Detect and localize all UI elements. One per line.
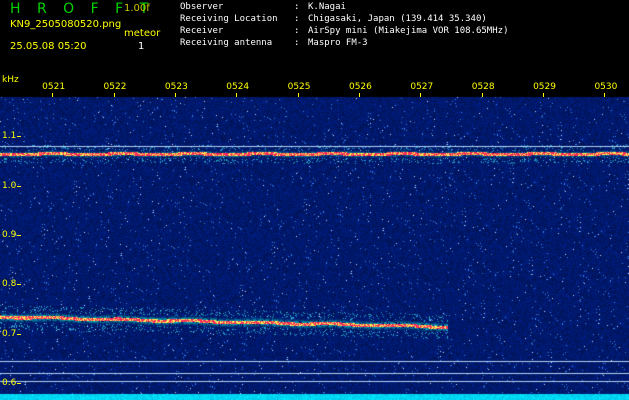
info-value: Maspro FM-3 (308, 38, 368, 48)
info-row-location: Receiving Location: Chigasaki, Japan (139… (180, 14, 487, 25)
x-tick-label: 0522 (103, 82, 127, 92)
x-tick-label: 0530 (594, 82, 618, 92)
info-value: K.Nagai (308, 2, 346, 12)
meteor-label: meteor (124, 28, 161, 39)
file-name: KN9_2505080520.png (10, 19, 122, 30)
x-tick-label: 0529 (533, 82, 556, 92)
info-row-receiver: Receiver: AirSpy mini (Miakejima VOR 108.… (180, 26, 508, 37)
x-tick-label: 0523 (164, 82, 188, 92)
x-tick-mark (298, 93, 299, 97)
y-tick-mark (17, 235, 21, 236)
info-separator: : (294, 38, 300, 48)
y-tick-mark (17, 136, 21, 137)
y-axis-unit: kHz (2, 75, 19, 85)
y-tick-mark (17, 334, 21, 335)
x-tick-label: 0521 (42, 82, 66, 92)
x-tick-label: 0524 (226, 82, 250, 92)
x-tick-mark (114, 93, 115, 97)
x-tick-mark (482, 93, 483, 97)
info-row-observer: Observer: K.Nagai (180, 2, 346, 13)
timestamp: 25.05.08 05:20 (10, 41, 87, 52)
y-tick-mark (17, 383, 21, 384)
x-tick-mark (175, 93, 176, 97)
info-row-antenna: Receiving antenna: Maspro FM-3 (180, 38, 368, 49)
x-tick-mark (604, 93, 605, 97)
info-label: Receiver (180, 26, 224, 36)
y-tick-label: 0.6 (2, 378, 17, 389)
x-tick-label: 0528 (471, 82, 495, 92)
y-tick-mark (17, 186, 21, 187)
spectrogram-panel: kHz 1.1 1.0 0.9 0.8 0.7 0.6 0521 0522 0523 0524 05… (0, 75, 629, 400)
y-tick-label: 1.0 (2, 180, 17, 191)
info-label: Observer (180, 2, 224, 12)
info-label: Receiving Location (180, 14, 278, 24)
x-tick-mark (420, 93, 421, 97)
header-panel: H R O F F T 1.00f KN9_2505080520.png met… (0, 0, 629, 75)
axis-overlay: kHz 1.1 1.0 0.9 0.8 0.7 0.6 0521 0522 0523 0524 05… (0, 75, 629, 400)
info-value: Chigasaki, Japan (139.414 35.340) (308, 14, 487, 24)
x-tick-mark (52, 93, 53, 97)
info-separator: : (294, 14, 300, 24)
app-version: 1.00f (124, 3, 150, 14)
y-tick-label: 0.8 (2, 279, 17, 290)
x-tick-mark (543, 93, 544, 97)
x-tick-mark (236, 93, 237, 97)
y-tick-label: 1.1 (2, 131, 17, 142)
info-label: Receiving antenna (180, 38, 273, 48)
x-tick-label: 0525 (287, 82, 311, 92)
info-separator: : (294, 26, 300, 36)
y-tick-label: 0.9 (2, 230, 17, 241)
x-tick-label: 0526 (348, 82, 372, 92)
y-tick-mark (17, 284, 21, 285)
x-tick-mark (359, 93, 360, 97)
info-value: AirSpy mini (Miakejima VOR 108.65MHz) (308, 26, 509, 36)
meteor-count: 1 (138, 41, 145, 52)
x-tick-label: 0527 (410, 82, 434, 92)
info-separator: : (294, 2, 300, 12)
y-tick-label: 0.7 (2, 328, 17, 339)
